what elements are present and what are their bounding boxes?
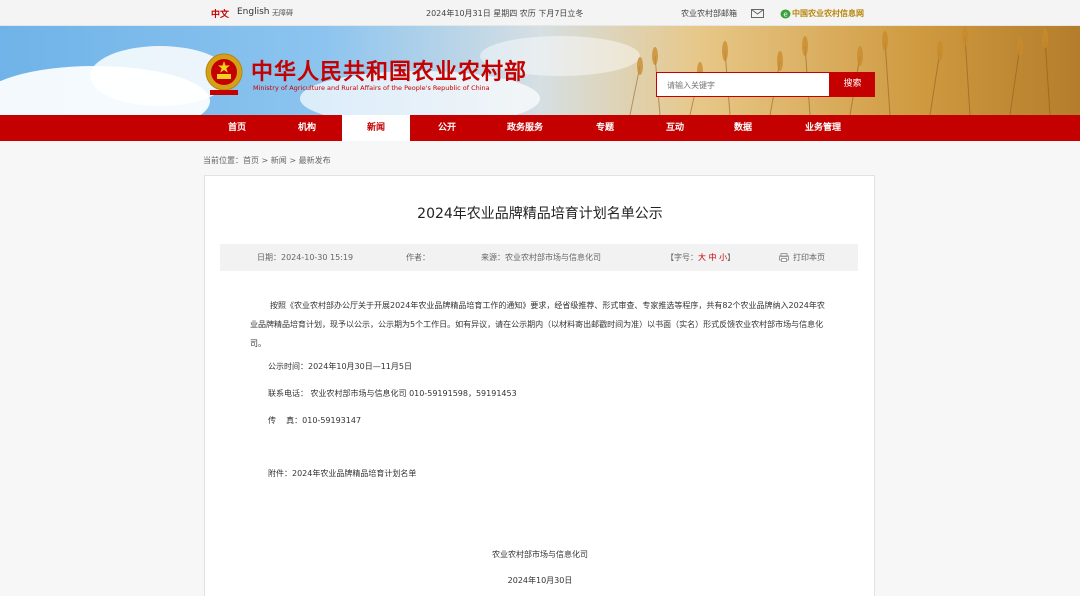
- printer-icon[interactable]: [779, 253, 789, 262]
- article-body-paragraph: 按照《农业农村部办公厅关于开展2024年农业品牌精品培育工作的通知》要求，经省级…: [250, 301, 825, 348]
- attachment-link[interactable]: 附件：2024年农业品牌精品培育计划名单: [268, 468, 416, 479]
- meta-source: 来源：农业农村部市场与信息化司: [481, 253, 601, 262]
- meta-author: 作者：: [406, 253, 430, 262]
- nav-item-disclosure[interactable]: 公开: [416, 115, 478, 141]
- info-net-logo-icon: e: [780, 9, 791, 19]
- font-size-medium[interactable]: 中: [709, 253, 717, 262]
- font-size-prefix: 【字号：: [666, 253, 698, 262]
- breadcrumb[interactable]: 当前位置：首页 > 新闻 > 最新发布: [203, 155, 331, 166]
- main-nav: 首页 机构 新闻 公开 政务服务 专题 互动 数据 业务管理: [0, 115, 1080, 141]
- lang-chinese-link[interactable]: 中文: [211, 7, 229, 20]
- lang-english-link[interactable]: English: [237, 7, 270, 17]
- header-banner: [0, 26, 1080, 115]
- mail-icon[interactable]: [751, 9, 764, 18]
- font-size-small[interactable]: 小: [719, 253, 727, 262]
- search-box: [656, 72, 830, 97]
- signature: 农业农村部市场与信息化司: [492, 550, 588, 559]
- font-size-suffix: 】: [727, 253, 736, 262]
- top-bar: 中文 English 无障碍 2024年10月31日 星期四 农历 下月7日立冬…: [0, 0, 1080, 26]
- contact-phone: 联系电话： 农业农村部市场与信息化司 010-59191598，59191453: [268, 389, 517, 398]
- info-net-link[interactable]: 中国农业农村信息网: [792, 8, 864, 19]
- meta-date: 日期：2024-10-30 15:19: [257, 253, 354, 262]
- article-card: [204, 175, 875, 596]
- nav-item-news[interactable]: 新闻: [342, 115, 410, 141]
- nav-item-organization[interactable]: 机构: [276, 115, 338, 141]
- article-meta-bar: 日期：2024-10-30 15:19 作者： 来源：农业农村部市场与信息化司 …: [220, 244, 858, 271]
- accessibility-link[interactable]: 无障碍: [272, 8, 293, 18]
- nav-item-data[interactable]: 数据: [712, 115, 774, 141]
- site-subtitle: Ministry of Agriculture and Rural Affair…: [253, 84, 490, 92]
- site-title[interactable]: 中华人民共和国农业农村部: [251, 54, 527, 86]
- signature-date: 2024年10月30日: [507, 576, 573, 585]
- svg-text:e: e: [783, 11, 787, 19]
- nav-item-business[interactable]: 业务管理: [784, 115, 862, 141]
- nav-item-home[interactable]: 首页: [206, 115, 268, 141]
- font-size-control: 【字号：大 中 小】: [666, 252, 735, 263]
- contact-fax: 传 真：010-59193147: [268, 416, 362, 425]
- search-button[interactable]: 搜索: [830, 72, 875, 97]
- wheat-field-decoration: [629, 26, 1051, 115]
- nav-item-services[interactable]: 政务服务: [486, 115, 564, 141]
- search-input[interactable]: [657, 74, 829, 97]
- nav-item-interaction[interactable]: 互动: [644, 115, 706, 141]
- nav-item-topics[interactable]: 专题: [574, 115, 636, 141]
- notice-time: 公示时间：2024年10月30日—11月5日: [268, 362, 412, 371]
- font-size-large[interactable]: 大: [698, 253, 706, 262]
- article-title: 2024年农业品牌精品培育计划名单公示: [417, 206, 663, 222]
- mailbox-link[interactable]: 农业农村部邮箱: [681, 8, 737, 19]
- date-text: 2024年10月31日 星期四 农历 下月7日立冬: [426, 9, 584, 18]
- print-link[interactable]: 打印本页: [793, 252, 825, 263]
- national-emblem-icon: [205, 53, 243, 95]
